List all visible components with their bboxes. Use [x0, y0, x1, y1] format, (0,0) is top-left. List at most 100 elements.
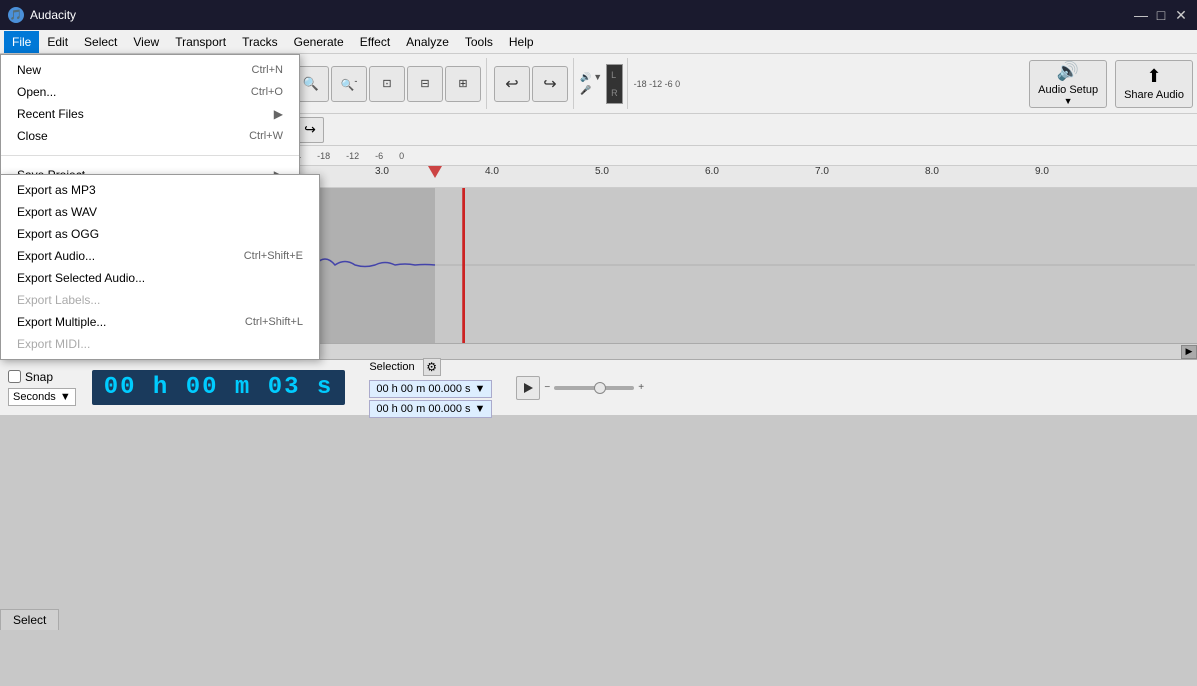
export-mp3-item[interactable]: Export as MP3: [1, 179, 319, 201]
minus-label: −: [544, 382, 550, 393]
separator-1: [1, 155, 299, 156]
menu-view[interactable]: View: [125, 31, 167, 53]
file-close-label: Close: [17, 129, 225, 143]
snap-checkbox[interactable]: [8, 370, 21, 383]
db-neg6b: -6: [375, 151, 383, 161]
share-icon: ⬆: [1146, 66, 1161, 87]
file-new-shortcut: Ctrl+N: [252, 64, 283, 76]
speaker-icon: 🔊: [1057, 61, 1079, 82]
time-mark-5: 5.0: [595, 166, 609, 177]
file-open-item[interactable]: Open... Ctrl+O: [1, 81, 299, 103]
export-audio-item[interactable]: Export Audio... Ctrl+Shift+E: [1, 245, 319, 267]
plus-label: +: [638, 382, 644, 393]
export-ogg-item[interactable]: Export as OGG: [1, 223, 319, 245]
export-menu-section: Export as MP3 Export as WAV Export as OG…: [1, 175, 319, 359]
export-wav-label: Export as WAV: [17, 205, 303, 219]
zoom-controls: 🔍 🔍- ⊡ ⊟ ⊞: [292, 58, 487, 109]
seconds-dropdown[interactable]: Seconds ▼: [8, 388, 76, 406]
file-recent-item[interactable]: Recent Files ▶: [1, 103, 299, 125]
menu-help[interactable]: Help: [501, 31, 542, 53]
menu-transport[interactable]: Transport: [167, 31, 234, 53]
menu-file[interactable]: File: [4, 31, 39, 53]
export-multiple-item[interactable]: Export Multiple... Ctrl+Shift+L: [1, 311, 319, 333]
playback-speed-group: − +: [516, 376, 644, 400]
audio-setup-button[interactable]: 🔊 Audio Setup ▼: [1029, 60, 1107, 108]
zoom-out-button[interactable]: 🔍-: [331, 66, 367, 102]
db-0b: 0: [399, 151, 404, 161]
selection-time-2-value: 00 h 00 m 00.000 s: [376, 403, 470, 415]
file-close-shortcut: Ctrl+W: [249, 130, 283, 142]
undo-button[interactable]: ↩: [494, 66, 530, 102]
fit-selection-button[interactable]: ⊟: [407, 66, 443, 102]
export-wav-item[interactable]: Export as WAV: [1, 201, 319, 223]
dropdown-arrow-1: ▼: [475, 383, 486, 395]
export-multiple-shortcut: Ctrl+Shift+L: [245, 316, 303, 328]
time-mark-9: 9.0: [1035, 166, 1049, 177]
audio-setup-arrow: ▼: [1064, 96, 1073, 106]
export-selected-item[interactable]: Export Selected Audio...: [1, 267, 319, 289]
time-value: 00 h 00 m 03 s: [104, 374, 334, 401]
menu-effect[interactable]: Effect: [352, 31, 398, 53]
file-menu-section-1: New Ctrl+N Open... Ctrl+O Recent Files ▶…: [1, 55, 299, 151]
snap-label: Snap: [25, 370, 53, 384]
export-labels-label: Export Labels...: [17, 293, 303, 307]
export-selected-label: Export Selected Audio...: [17, 271, 303, 285]
share-audio-label: Share Audio: [1124, 89, 1184, 101]
file-close-item[interactable]: Close Ctrl+W: [1, 125, 299, 147]
seconds-arrow-icon: ▼: [60, 391, 71, 403]
play-small-button[interactable]: [516, 376, 540, 400]
zoom-toggle-button[interactable]: ⊞: [445, 66, 481, 102]
speed-slider-track: [554, 386, 634, 390]
menu-edit[interactable]: Edit: [39, 31, 76, 53]
undo-redo: ↩ ↪: [493, 58, 574, 109]
share-audio-button[interactable]: ⬆ Share Audio: [1115, 60, 1193, 108]
db-neg12b: -12: [346, 151, 359, 161]
time-mark-4: 4.0: [485, 166, 499, 177]
audio-setup-label: Audio Setup: [1038, 84, 1098, 96]
menu-select[interactable]: Select: [76, 31, 125, 53]
seconds-label: Seconds: [13, 391, 56, 403]
level-meters: 🔊▼ 🎤 L R: [580, 58, 628, 109]
selection-panel: Selection ⚙ 00 h 00 m 00.000 s ▼ 00 h 00…: [369, 358, 492, 418]
time-mark-8: 8.0: [925, 166, 939, 177]
output-label: 🔊▼: [580, 72, 602, 83]
selection-header: Selection ⚙: [369, 358, 492, 376]
export-audio-shortcut: Ctrl+Shift+E: [244, 250, 303, 262]
recent-arrow-icon: ▶: [274, 107, 283, 121]
menu-generate[interactable]: Generate: [286, 31, 352, 53]
play-arrow-small-icon: [524, 383, 533, 393]
input-label: 🎤: [580, 85, 602, 96]
time-mark-6: 6.0: [705, 166, 719, 177]
select-tab-label: Select: [13, 613, 46, 627]
status-bar: Snap Seconds ▼ 00 h 00 m 03 s Selection …: [0, 359, 1197, 415]
menu-analyze[interactable]: Analyze: [398, 31, 457, 53]
menu-tools[interactable]: Tools: [457, 31, 501, 53]
close-button[interactable]: ✕: [1173, 7, 1189, 23]
export-mp3-label: Export as MP3: [17, 183, 303, 197]
export-submenu: Export as MP3 Export as WAV Export as OG…: [0, 174, 320, 360]
menu-tracks[interactable]: Tracks: [234, 31, 286, 53]
app-title: Audacity: [30, 8, 76, 22]
redo-edit-button[interactable]: ↪: [296, 117, 324, 143]
redo-button[interactable]: ↪: [532, 66, 568, 102]
app-icon: 🎵: [8, 7, 24, 23]
maximize-button[interactable]: □: [1153, 7, 1169, 23]
selection-time-1: 00 h 00 m 00.000 s ▼: [369, 380, 492, 398]
playhead[interactable]: [428, 166, 442, 178]
speed-slider-thumb[interactable]: [594, 382, 606, 394]
time-display: 00 h 00 m 03 s: [92, 370, 346, 405]
fit-project-button[interactable]: ⊡: [369, 66, 405, 102]
level-scale-top: -18 -12 -6 0: [634, 79, 681, 89]
scroll-right-button[interactable]: ▶: [1181, 345, 1197, 359]
selection-label: Selection: [369, 361, 414, 373]
dropdown-arrow-2: ▼: [475, 403, 486, 415]
file-open-shortcut: Ctrl+O: [251, 86, 283, 98]
file-new-item[interactable]: New Ctrl+N: [1, 59, 299, 81]
settings-gear-button[interactable]: ⚙: [423, 358, 441, 376]
export-ogg-label: Export as OGG: [17, 227, 303, 241]
title-bar: 🎵 Audacity — □ ✕: [0, 0, 1197, 30]
minimize-button[interactable]: —: [1133, 7, 1149, 23]
export-midi-item: Export MIDI...: [1, 333, 319, 355]
waveform-svg: [195, 188, 1195, 343]
select-tab[interactable]: Select: [0, 609, 59, 630]
